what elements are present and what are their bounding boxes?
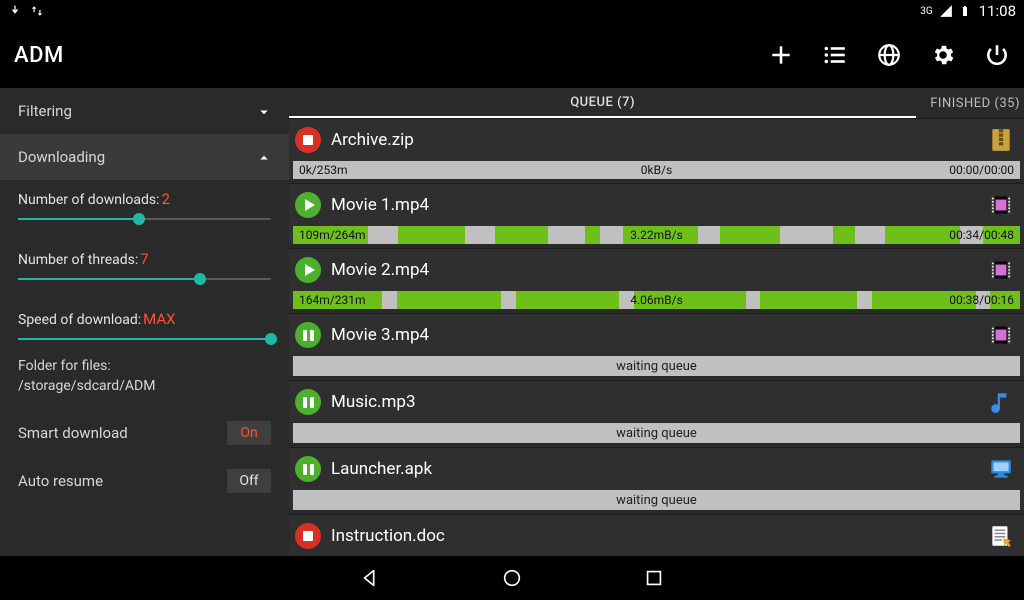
speed-slider[interactable] — [18, 338, 271, 340]
download-row-head[interactable]: Movie 2.mp4 — [289, 249, 1024, 291]
speed-label: 4.06mB/s — [293, 293, 1020, 307]
download-row-head[interactable]: Launcher.apk — [289, 448, 1024, 490]
android-nav-bar — [0, 556, 1024, 600]
num-threads-setting: Number of threads:7 — [18, 240, 271, 284]
waiting-queue-label: waiting queue — [293, 356, 1020, 376]
tab-finished[interactable]: FINISHED (35) — [916, 88, 1024, 118]
pause-button[interactable] — [295, 456, 321, 482]
nav-home-button[interactable] — [501, 567, 523, 589]
smart-download-row: Smart download On — [0, 409, 289, 457]
doc-filetype-icon — [988, 523, 1014, 549]
sync-indicator-icon — [30, 4, 44, 18]
play-button[interactable] — [295, 257, 321, 283]
tab-queue[interactable]: QUEUE (7) — [289, 88, 916, 118]
speed-label: 3.22mB/s — [293, 228, 1020, 242]
num-downloads-slider[interactable] — [18, 218, 271, 220]
smart-download-toggle[interactable]: On — [227, 421, 271, 445]
download-row-head[interactable]: Movie 3.mp4 — [289, 314, 1024, 356]
sidebar: Filtering Downloading Number of download… — [0, 88, 289, 556]
battery-icon — [959, 4, 973, 18]
num-threads-slider[interactable] — [18, 278, 271, 280]
video-filetype-icon — [988, 322, 1014, 348]
stop-button[interactable] — [295, 523, 321, 549]
pause-button[interactable] — [295, 322, 321, 348]
speed-setting: Speed of download:MAX — [18, 300, 271, 344]
audio-filetype-icon — [988, 389, 1014, 415]
app-title: ADM — [14, 43, 64, 68]
folder-setting: Folder for files: /storage/sdcard/ADM — [18, 344, 271, 409]
power-icon[interactable] — [984, 42, 1010, 68]
stop-button[interactable] — [295, 127, 321, 153]
num-downloads-setting: Number of downloads:2 — [18, 180, 271, 224]
chevron-down-icon — [255, 103, 271, 119]
progress-bar: 109m/264m 3.22mB/s 00:34/00:48 — [293, 226, 1020, 244]
nav-recent-button[interactable] — [643, 567, 665, 589]
progress-bar: 0k/253m 0kB/s 00:00/00:00 — [293, 161, 1020, 179]
cell-signal-icon — [939, 4, 953, 18]
download-row-head[interactable]: Movie 1.mp4 — [289, 184, 1024, 226]
file-name: Music.mp3 — [331, 392, 978, 412]
content: QUEUE (7) FINISHED (35) Archive.zip 0k/2… — [289, 88, 1024, 556]
archive-filetype-icon — [988, 127, 1014, 153]
download-row-head[interactable]: Archive.zip — [289, 119, 1024, 161]
time-label: 00:38/00:16 — [949, 293, 1014, 307]
sidebar-downloading[interactable]: Downloading — [0, 134, 289, 180]
tab-bar: QUEUE (7) FINISHED (35) — [289, 88, 1024, 118]
download-row: Movie 3.mp4 waiting queue — [289, 313, 1024, 376]
downloading-panel: Number of downloads:2 Number of threads:… — [0, 180, 289, 409]
progress-bar: 164m/231m 4.06mB/s 00:38/00:16 — [293, 291, 1020, 309]
file-name: Movie 3.mp4 — [331, 325, 978, 345]
auto-resume-toggle[interactable]: Off — [227, 469, 271, 493]
download-row: Launcher.apk waiting queue — [289, 447, 1024, 510]
list-view-button[interactable] — [822, 42, 848, 68]
download-row: Movie 1.mp4 109m/264m 3.22mB/s 00:34/00:… — [289, 183, 1024, 244]
downloading-label: Downloading — [18, 148, 105, 166]
waiting-queue-label: waiting queue — [293, 423, 1020, 443]
file-name: Archive.zip — [331, 130, 978, 150]
signal-type: 3G — [920, 6, 932, 17]
download-row: Movie 2.mp4 164m/231m 4.06mB/s 00:38/00:… — [289, 248, 1024, 309]
auto-resume-row: Auto resume Off — [0, 457, 289, 505]
time-label: 00:34/00:48 — [949, 228, 1014, 242]
status-bar: 3G 11:08 — [0, 0, 1024, 22]
download-row: Instruction.doc — [289, 514, 1024, 556]
filtering-label: Filtering — [18, 102, 72, 120]
download-row: Music.mp3 waiting queue — [289, 380, 1024, 443]
clock: 11:08 — [979, 2, 1016, 20]
app-filetype-icon — [988, 456, 1014, 482]
settings-icon[interactable] — [930, 42, 956, 68]
speed-label: 0kB/s — [293, 163, 1020, 177]
file-name: Launcher.apk — [331, 459, 978, 479]
add-download-button[interactable] — [768, 42, 794, 68]
title-bar: ADM — [0, 22, 1024, 88]
waiting-queue-label: waiting queue — [293, 490, 1020, 510]
sidebar-filtering[interactable]: Filtering — [0, 88, 289, 134]
pause-button[interactable] — [295, 389, 321, 415]
file-name: Movie 1.mp4 — [331, 195, 978, 215]
time-label: 00:00/00:00 — [949, 163, 1014, 177]
download-row: Archive.zip 0k/253m 0kB/s 00:00/00:00 — [289, 118, 1024, 179]
nav-back-button[interactable] — [359, 567, 381, 589]
download-row-head[interactable]: Instruction.doc — [289, 515, 1024, 556]
download-indicator-icon — [8, 4, 22, 18]
video-filetype-icon — [988, 257, 1014, 283]
file-name: Movie 2.mp4 — [331, 260, 978, 280]
video-filetype-icon — [988, 192, 1014, 218]
play-button[interactable] — [295, 192, 321, 218]
chevron-up-icon — [255, 149, 271, 165]
globe-icon[interactable] — [876, 42, 902, 68]
download-row-head[interactable]: Music.mp3 — [289, 381, 1024, 423]
file-name: Instruction.doc — [331, 526, 978, 546]
